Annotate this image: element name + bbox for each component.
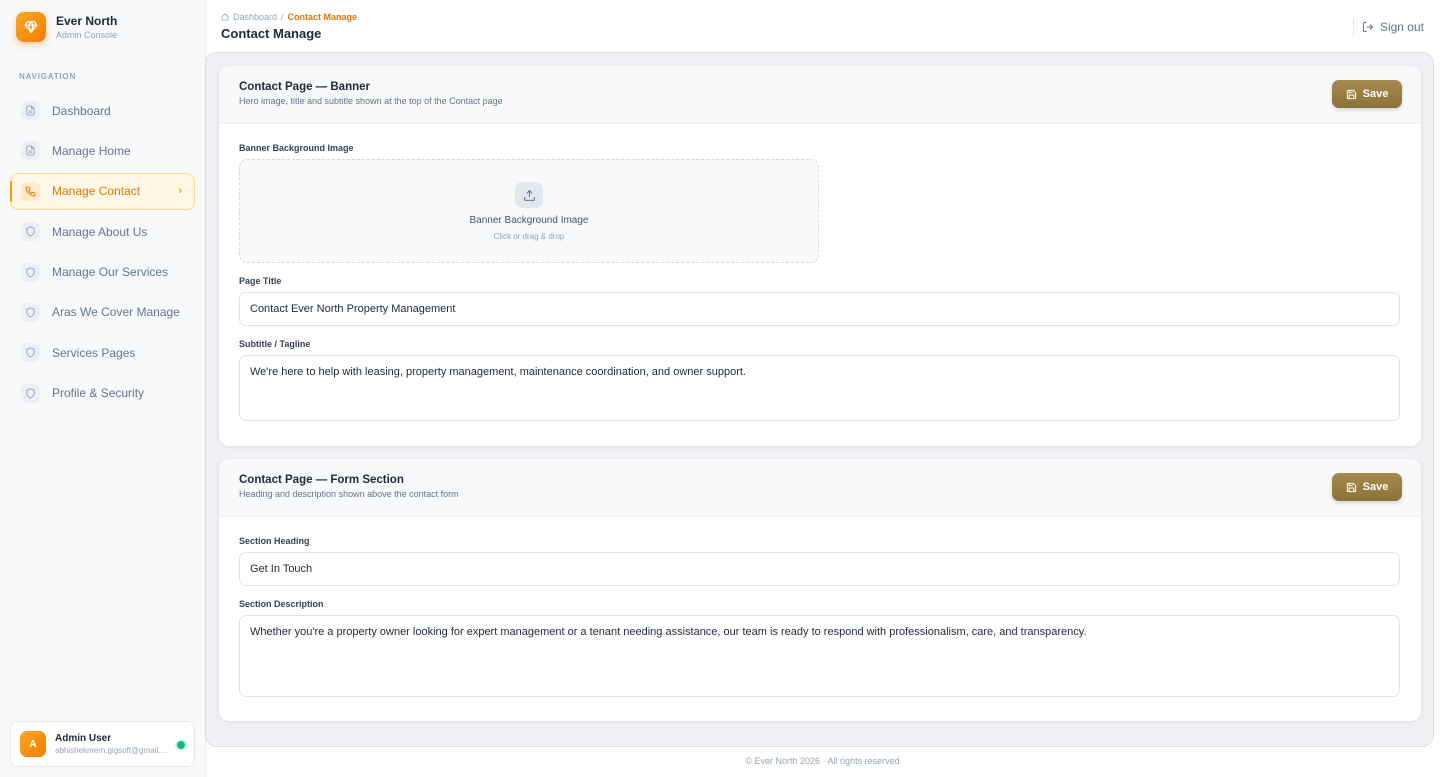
user-email: abhishekmern.gigsoft@gmail.com xyxy=(55,746,170,755)
sidebar-item-label: Manage Contact xyxy=(52,184,141,199)
sidebar-item-label: Manage Home xyxy=(52,143,131,158)
save-label: Save xyxy=(1362,88,1389,100)
brand-name: Ever North xyxy=(56,14,118,28)
page-title-input[interactable] xyxy=(239,292,1400,326)
upload-icon xyxy=(515,182,543,208)
section-description-label: Section Description xyxy=(239,599,324,609)
sidebar-item-profile-security[interactable]: Profile & Security xyxy=(10,375,195,412)
banner-section-title: Contact Page — Banner xyxy=(239,81,370,93)
section-heading-label: Section Heading xyxy=(239,536,310,546)
save-label: Save xyxy=(1362,481,1389,493)
banner-section-header: Contact Page — Banner Hero image, title … xyxy=(219,66,1421,124)
navigation-label: NAVIGATION xyxy=(19,72,77,81)
shield-icon xyxy=(21,302,40,322)
sidebar-item-label: Profile & Security xyxy=(52,386,145,401)
sidebar-item-label: Dashboard xyxy=(52,103,111,118)
form-section-card: Contact Page — Form Section Heading and … xyxy=(219,459,1421,721)
sidebar-item-label: Services Pages xyxy=(52,345,136,360)
main-panel: Contact Page — Banner Hero image, title … xyxy=(205,52,1434,747)
sign-out-button[interactable]: Sign out xyxy=(1352,18,1424,36)
document-icon xyxy=(21,101,40,120)
user-name: Admin User xyxy=(55,733,112,744)
avatar: A xyxy=(20,731,46,757)
breadcrumb-home-link[interactable]: Dashboard xyxy=(233,12,277,22)
sidebar-item-manage-our-services[interactable]: Manage Our Services xyxy=(10,254,195,291)
phone-icon xyxy=(21,181,40,201)
document-icon xyxy=(21,141,40,161)
form-save-button[interactable]: Save xyxy=(1332,473,1402,501)
form-section-title: Contact Page — Form Section xyxy=(239,474,404,486)
sidebar-item-services-pages[interactable]: Services Pages xyxy=(10,334,195,371)
breadcrumb: Dashboard / Contact Manage xyxy=(221,12,357,22)
sidebar-nav: Dashboard Manage Home Manage Contact › M… xyxy=(10,92,195,415)
breadcrumb-current: Contact Manage xyxy=(287,12,358,22)
user-card[interactable]: A Admin User abhishekmern.gigsoft@gmail.… xyxy=(10,721,195,767)
sidebar-item-manage-home[interactable]: Manage Home xyxy=(10,132,195,169)
section-description-textarea[interactable]: Whether you're a property owner looking … xyxy=(239,615,1400,697)
sidebar-item-dashboard[interactable]: Dashboard xyxy=(10,92,195,129)
form-section-subtitle: Heading and description shown above the … xyxy=(239,489,459,499)
online-status-dot xyxy=(177,741,185,749)
save-icon xyxy=(1346,482,1356,492)
dropzone-hint: Click or drag & drop xyxy=(493,232,565,241)
shield-icon xyxy=(21,343,40,363)
footer-text: © Ever North 2026 · All rights reserved xyxy=(745,756,900,766)
breadcrumb-separator: / xyxy=(281,12,284,22)
sidebar-item-label: Manage About Us xyxy=(52,224,148,239)
shield-icon xyxy=(21,222,40,242)
brand-subtitle: Admin Console xyxy=(56,30,118,40)
banner-section-subtitle: Hero image, title and subtitle shown at … xyxy=(239,96,503,106)
sidebar-item-areas-we-cover[interactable]: Aras We Cover Manage xyxy=(10,294,195,331)
banner-save-button[interactable]: Save xyxy=(1332,80,1402,108)
subtitle-label: Subtitle / Tagline xyxy=(239,339,311,349)
sidebar-item-label: Aras We Cover Manage xyxy=(52,305,180,320)
diamond-logo-icon xyxy=(16,12,46,42)
sign-out-icon xyxy=(1362,22,1374,32)
form-section-header: Contact Page — Form Section Heading and … xyxy=(219,459,1421,517)
shield-icon xyxy=(21,383,40,403)
page-title-label: Page Title xyxy=(239,276,282,286)
home-icon xyxy=(221,13,229,21)
sign-out-label: Sign out xyxy=(1379,20,1424,34)
banner-image-label: Banner Background Image xyxy=(239,143,354,153)
banner-image-dropzone[interactable]: Banner Background Image Click or drag & … xyxy=(239,159,819,263)
chevron-right-icon: › xyxy=(178,184,182,197)
dropzone-title: Banner Background Image xyxy=(469,215,589,226)
sidebar-item-manage-about-us[interactable]: Manage About Us xyxy=(10,213,195,250)
section-heading-input[interactable] xyxy=(239,552,1400,586)
sidebar-item-manage-contact[interactable]: Manage Contact › xyxy=(10,172,195,210)
banner-section-card: Contact Page — Banner Hero image, title … xyxy=(219,66,1421,446)
brand[interactable]: Ever North Admin Console xyxy=(16,12,117,42)
page-title: Contact Manage xyxy=(221,26,322,41)
sidebar: Ever North Admin Console NAVIGATION Dash… xyxy=(0,0,206,777)
shield-icon xyxy=(21,262,40,282)
subtitle-textarea[interactable]: We're here to help with leasing, propert… xyxy=(239,355,1400,421)
save-icon xyxy=(1346,89,1356,99)
sidebar-item-label: Manage Our Services xyxy=(52,265,169,280)
